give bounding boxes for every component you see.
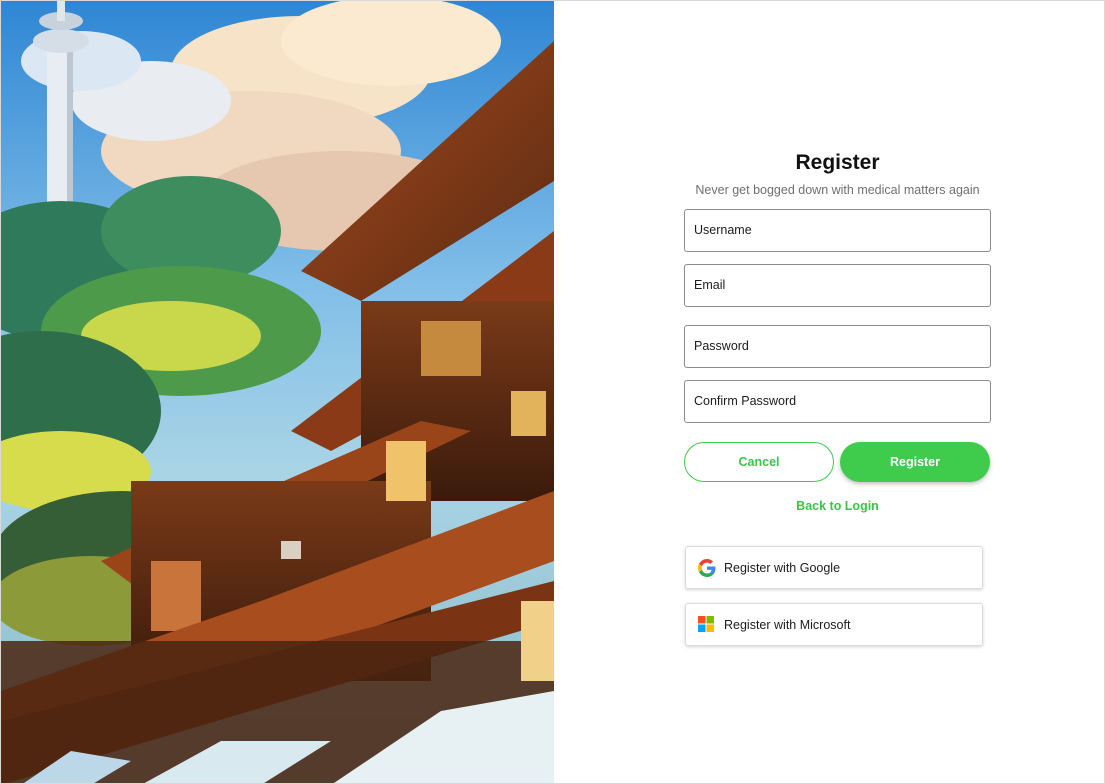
confirm-password-field[interactable]: Confirm Password: [684, 380, 991, 423]
google-logo-icon: [698, 558, 716, 577]
register-page: Register Never get bogged down with medi…: [0, 0, 1105, 784]
confirm-password-placeholder: Confirm Password: [694, 394, 797, 408]
register-with-microsoft-label: Register with Microsoft: [724, 617, 851, 632]
register-with-google-button[interactable]: Register with Google: [685, 546, 983, 589]
microsoft-logo-icon: [698, 615, 716, 634]
password-placeholder: Password: [694, 339, 749, 353]
email-placeholder: Email: [694, 278, 726, 292]
password-field[interactable]: Password: [684, 325, 991, 368]
username-placeholder: Username: [694, 223, 752, 237]
back-to-login-link[interactable]: Back to Login: [684, 499, 991, 513]
hero-illustration: [1, 1, 554, 783]
register-button[interactable]: Register: [840, 442, 990, 482]
anime-village-illustration: [1, 1, 554, 783]
page-subtitle: Never get bogged down with medical matte…: [695, 183, 980, 197]
register-with-google-label: Register with Google: [724, 560, 841, 575]
username-field[interactable]: Username: [684, 209, 991, 252]
register-with-microsoft-button[interactable]: Register with Microsoft: [685, 603, 983, 646]
email-field[interactable]: Email: [684, 264, 991, 307]
page-title: Register: [795, 151, 880, 174]
cancel-button[interactable]: Cancel: [684, 442, 834, 482]
